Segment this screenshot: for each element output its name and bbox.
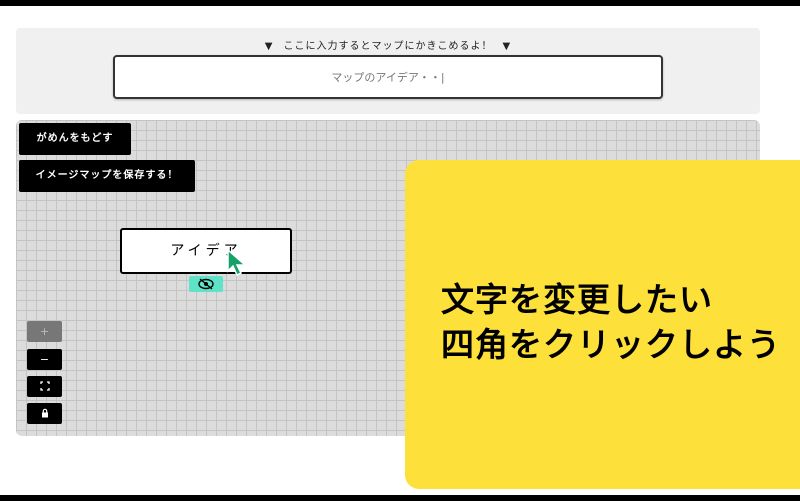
lock-icon bbox=[41, 408, 48, 418]
instruction-text: ここに入力するとマップにかきこめるよ！ bbox=[283, 41, 493, 52]
fit-view-button[interactable] bbox=[27, 376, 62, 397]
tutorial-text: 文字を変更したい 四角をクリックしよう bbox=[441, 277, 781, 367]
lock-button[interactable] bbox=[27, 403, 62, 424]
input-instruction: ▼ ここに入力するとマップにかきこめるよ！ ▼ bbox=[16, 37, 760, 52]
top-border bbox=[0, 0, 800, 6]
save-image-button[interactable]: イメージマップを保存する！ bbox=[19, 160, 195, 192]
zoom-out-button[interactable]: − bbox=[27, 349, 62, 370]
zoom-in-button[interactable]: + bbox=[27, 321, 62, 342]
bottom-border bbox=[0, 495, 800, 501]
visibility-toggle-button[interactable] bbox=[189, 276, 223, 292]
minus-icon: − bbox=[39, 353, 50, 366]
tutorial-callout: 文字を変更したい 四角をクリックしよう bbox=[405, 160, 800, 489]
down-triangle-icon: ▼ bbox=[264, 41, 274, 52]
plus-icon: + bbox=[39, 325, 50, 338]
tutorial-line-2: 四角をクリックしよう bbox=[441, 325, 781, 364]
tutorial-line-1: 文字を変更したい bbox=[441, 280, 713, 319]
fit-view-icon bbox=[39, 381, 50, 391]
idea-input-panel: ▼ ここに入力するとマップにかきこめるよ！ ▼ bbox=[16, 28, 760, 114]
pointer-cursor-icon bbox=[227, 249, 247, 277]
eye-icon bbox=[198, 278, 214, 290]
idea-input[interactable] bbox=[113, 55, 663, 99]
reset-view-button[interactable]: がめんをもどす bbox=[19, 123, 131, 155]
down-triangle-icon: ▼ bbox=[502, 41, 512, 52]
idea-node[interactable]: アイデア bbox=[120, 228, 292, 274]
